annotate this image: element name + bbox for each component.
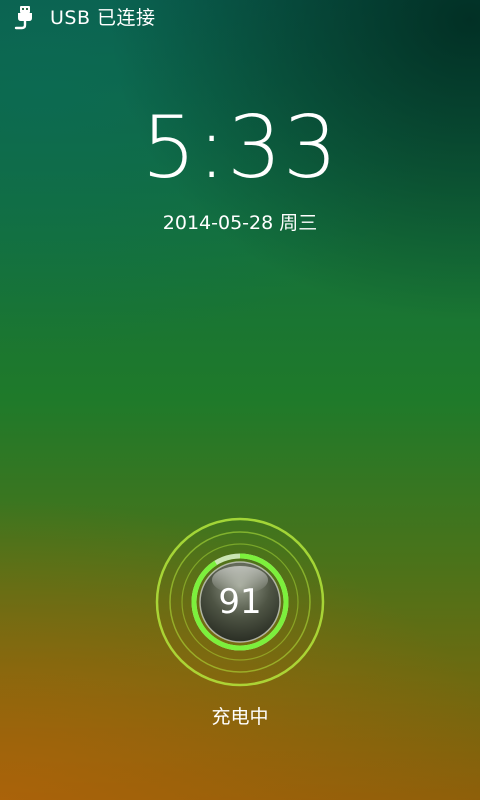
usb-icon xyxy=(14,6,32,30)
lock-screen: { "status_bar": { "usb_icon": "usb-icon"… xyxy=(0,0,480,800)
clock-date: 2014-05-28 周三 xyxy=(162,212,318,234)
charging-status-label: 充电中 xyxy=(211,706,269,728)
status-bar: USB 已连接 xyxy=(0,0,480,36)
usb-connected-status: USB 已连接 xyxy=(50,7,156,29)
battery-level: 91 xyxy=(218,582,262,622)
clock-time: 5:33 xyxy=(141,98,339,198)
charging-indicator[interactable]: 91 xyxy=(154,516,326,688)
